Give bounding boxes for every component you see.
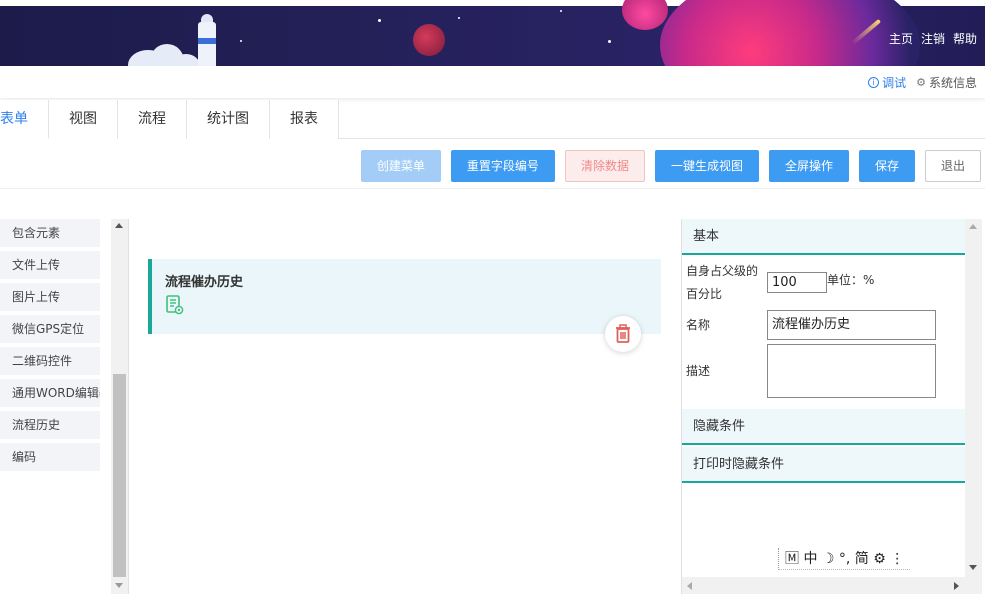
debug-link[interactable]: i 调试 <box>868 74 906 91</box>
properties-horizontal-scrollbar[interactable] <box>682 577 965 594</box>
clear-data-button[interactable]: 清除数据 <box>564 150 645 182</box>
palette-item-wechat-gps[interactable]: 微信GPS定位 <box>0 315 100 343</box>
palette-item-qrcode[interactable]: 二维码控件 <box>0 347 100 375</box>
scroll-down-icon[interactable] <box>969 565 977 570</box>
delete-field-button[interactable] <box>605 316 641 352</box>
header-links: 主页 注销 帮助 <box>889 30 977 47</box>
name-label: 名称 <box>686 318 711 332</box>
designer-tabs: 表单 视图 流程 统计图 报表 <box>0 100 985 139</box>
palette-item-image-upload[interactable]: 图片上传 <box>0 283 100 311</box>
system-info-label: 系统信息 <box>928 76 977 90</box>
star-decoration <box>608 40 611 43</box>
info-icon: i <box>868 77 880 88</box>
basic-section-header[interactable]: 基本 <box>682 219 965 255</box>
system-info-link[interactable]: ⚙ 系统信息 <box>916 74 977 91</box>
tab-view[interactable]: 视图 <box>49 100 118 139</box>
print-hidden-condition-section-header[interactable]: 打印时隐藏条件 <box>682 447 965 483</box>
document-settings-icon <box>166 295 184 315</box>
palette-item-code[interactable]: 编码 <box>0 443 100 471</box>
tab-report[interactable]: 报表 <box>270 100 339 139</box>
header-banner: 主页 注销 帮助 <box>0 0 985 66</box>
star-decoration <box>560 10 562 12</box>
gear-icon: ⚙ <box>916 76 926 89</box>
scroll-left-icon[interactable] <box>687 582 692 590</box>
star-decoration <box>240 40 242 42</box>
planet-decoration <box>660 0 920 66</box>
name-input[interactable]: 流程催办历史 <box>767 310 936 340</box>
home-link[interactable]: 主页 <box>889 30 913 47</box>
star-decoration <box>378 19 381 22</box>
create-menu-button[interactable]: 创建菜单 <box>360 150 441 182</box>
generate-view-button[interactable]: 一键生成视图 <box>654 150 759 182</box>
scrollbar-thumb[interactable] <box>113 374 126 577</box>
unit-label: 单位：% <box>827 273 875 287</box>
description-textarea[interactable] <box>767 344 936 398</box>
cloud-decoration <box>172 54 200 66</box>
scroll-right-icon[interactable] <box>954 582 959 590</box>
toolbar-divider <box>0 188 985 189</box>
fullscreen-button[interactable]: 全屏操作 <box>768 150 849 182</box>
logout-link[interactable]: 注销 <box>921 30 945 47</box>
reset-field-number-button[interactable]: 重置字段编号 <box>450 150 555 182</box>
scroll-down-icon[interactable] <box>115 583 123 588</box>
description-label: 描述 <box>686 364 711 378</box>
field-title: 流程催办历史 <box>165 275 244 290</box>
properties-vertical-scrollbar[interactable] <box>965 219 982 594</box>
planet-decoration <box>622 0 668 30</box>
save-button[interactable]: 保存 <box>858 150 915 182</box>
action-toolbar: 创建菜单 重置字段编号 清除数据 一键生成视图 全屏操作 保存 退出 <box>351 150 981 182</box>
component-palette: 包含元素 文件上传 图片上传 微信GPS定位 二维码控件 通用WORD编辑器 流… <box>0 219 108 475</box>
tab-form[interactable]: 表单 <box>0 100 49 139</box>
percent-label-line1: 自身占父级的 <box>686 264 759 278</box>
tab-flow[interactable]: 流程 <box>118 100 187 139</box>
palette-item-flow-history[interactable]: 流程历史 <box>0 411 100 439</box>
scroll-up-icon[interactable] <box>969 224 977 229</box>
planet-decoration <box>413 24 445 56</box>
sub-bar: i 调试 ⚙ 系统信息 <box>0 66 985 98</box>
percent-label-line2: 百分比 <box>686 287 723 301</box>
ime-toolbar[interactable]: 🄼 中 ☽ °, 简 ⚙ ⋮ <box>778 548 911 570</box>
palette-item-word-editor[interactable]: 通用WORD编辑器 <box>0 379 100 407</box>
panel-divider <box>128 219 129 594</box>
palette-item-include-element[interactable]: 包含元素 <box>0 219 100 247</box>
scroll-up-icon[interactable] <box>115 223 123 228</box>
hidden-condition-section-header[interactable]: 隐藏条件 <box>682 409 965 445</box>
lighthouse-band <box>198 38 216 44</box>
form-field-card[interactable]: 流程催办历史 <box>148 259 661 334</box>
exit-button[interactable]: 退出 <box>925 150 981 182</box>
palette-scrollbar[interactable] <box>111 219 128 594</box>
star-decoration <box>458 17 460 19</box>
help-link[interactable]: 帮助 <box>953 30 977 47</box>
tab-chart[interactable]: 统计图 <box>187 100 270 139</box>
trash-icon <box>616 324 630 343</box>
percent-input[interactable]: 100 <box>767 272 827 293</box>
palette-item-file-upload[interactable]: 文件上传 <box>0 251 100 279</box>
lighthouse-decoration <box>198 22 216 66</box>
properties-panel: 基本 自身占父级的 百分比 100 单位：% 名称 流程催办历史 描述 隐藏条件… <box>681 219 985 594</box>
debug-label: 调试 <box>882 76 907 90</box>
